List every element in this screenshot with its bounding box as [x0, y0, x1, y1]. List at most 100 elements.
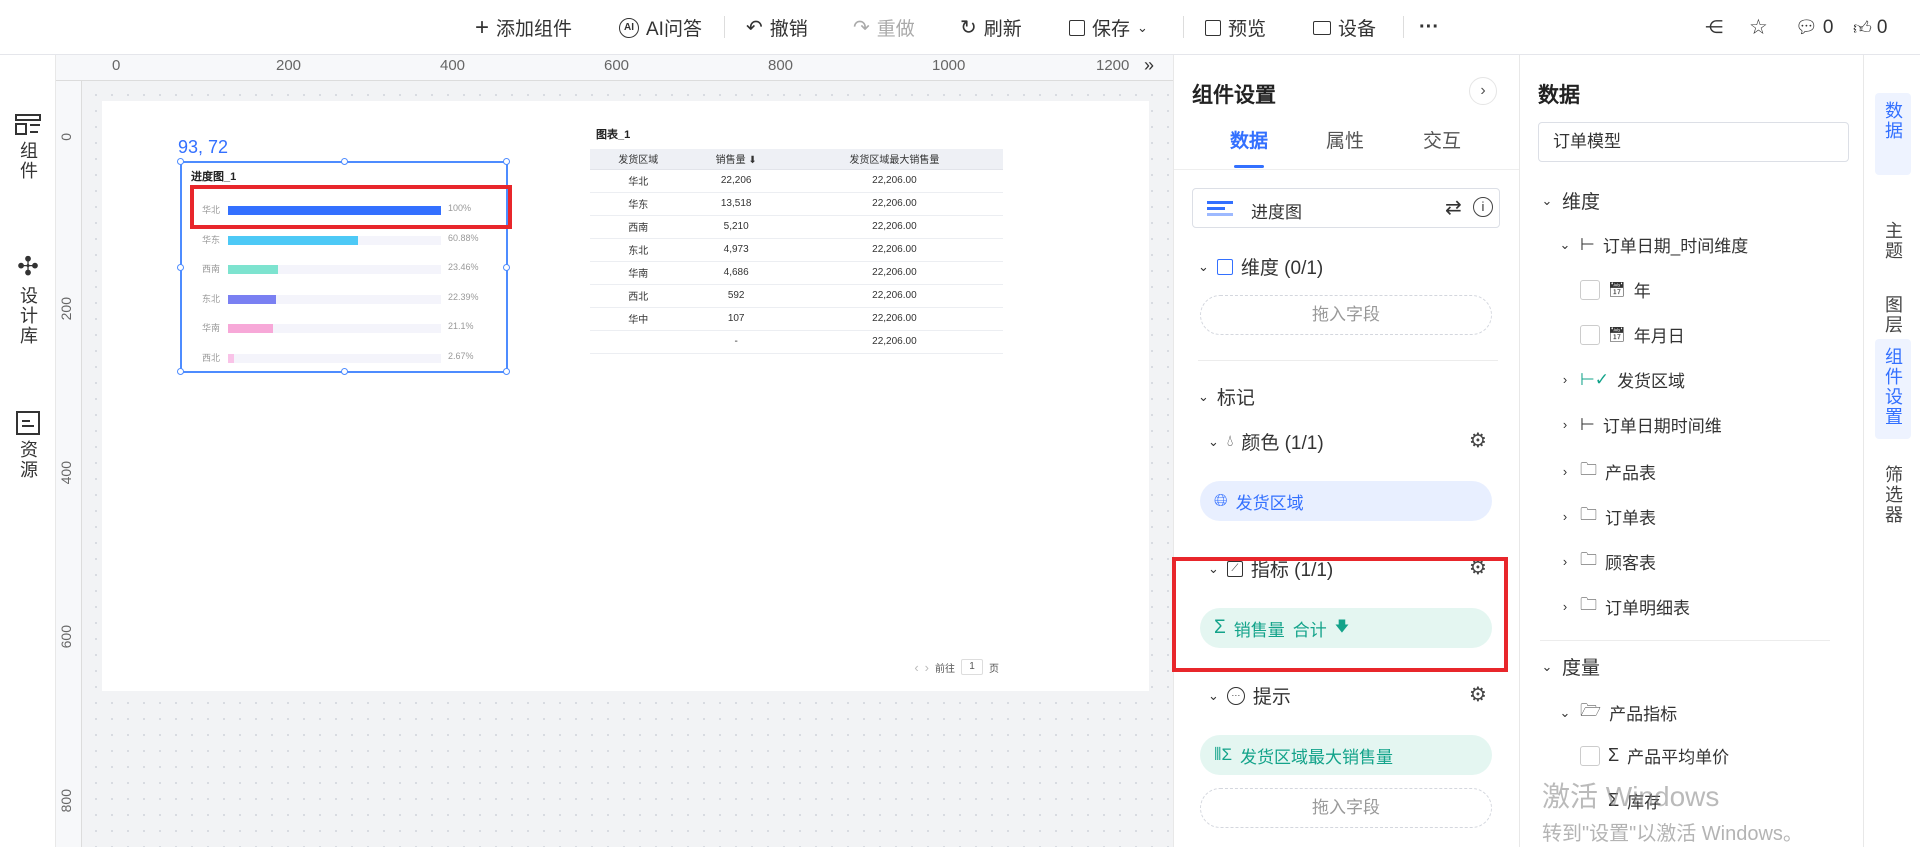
chevron-right-icon: › [1562, 464, 1568, 479]
progress-fill [228, 235, 358, 245]
switch-icon[interactable]: ⇄ [1445, 195, 1462, 220]
gear-icon[interactable]: ⚙ [1467, 684, 1489, 706]
device-button[interactable]: 设备 [1313, 0, 1376, 55]
rail-tab-filter[interactable]: 筛选器 [1875, 457, 1911, 557]
prev-page-icon[interactable]: ‹ [914, 660, 918, 675]
table-cell: 13,518 [686, 192, 786, 216]
ruler-label: 200 [58, 297, 74, 321]
page-suffix: 页 [989, 663, 999, 675]
chevron-down-icon: ⌄ [1198, 388, 1209, 404]
tab-interaction[interactable]: 交互 [1423, 126, 1461, 153]
hierarchy-icon: ⊢ [1580, 414, 1595, 434]
chevron-down-icon: ⌄ [1208, 433, 1219, 449]
rail-tab-component-settings[interactable]: 组件设置 [1875, 339, 1911, 439]
checkbox[interactable] [1580, 745, 1600, 766]
double-chevron-right-icon[interactable]: » [1144, 55, 1154, 76]
table-header-cell[interactable]: 发货区域 [590, 149, 687, 170]
tooltip-section[interactable]: ⌄ ··· 提示 [1208, 682, 1291, 709]
table-cell: 22,206.00 [785, 215, 1003, 239]
gear-icon[interactable]: ⚙ [1467, 430, 1489, 452]
left-rail: 组件 ✣ 设计库 资源 [0, 55, 56, 847]
refresh-button[interactable]: ↻ 刷新 [960, 0, 1022, 55]
next-page-icon[interactable]: › [925, 660, 929, 675]
tab-properties[interactable]: 属性 [1326, 126, 1364, 153]
mark-section[interactable]: ⌄ 标记 [1198, 383, 1255, 410]
tree-item-customer-table[interactable]: › 🗀 顾客表 [1558, 547, 1656, 576]
table-cell [590, 330, 687, 354]
table-widget[interactable]: 图表_1 发货区域 销售量 ⬇ 发货区域最大销售量 华北 22,206 22,206.0… [586, 119, 1005, 683]
checkbox[interactable] [1580, 324, 1600, 345]
collapse-panel-button[interactable]: › [1469, 77, 1497, 105]
tree-item-year[interactable]: 📅︎ 年 [1580, 277, 1651, 302]
design-library-tab[interactable]: ✣ 设计库 [0, 251, 56, 346]
tree-item-ship-region[interactable]: › ⊢✓ 发货区域 [1558, 367, 1685, 392]
tree-item-order-detail-table[interactable]: › 🗀 订单明细表 [1558, 592, 1690, 621]
comment-count: 0 [1822, 16, 1834, 38]
data-panel: 数据 订单模型 ⌄ 维度 ⌄ ⊢ 订单日期_时间维度 📅︎ 年 📅︎ 年月日 ›… [1519, 55, 1863, 847]
ai-qa-button[interactable]: AI AI问答 [619, 0, 702, 55]
preview-button[interactable]: 预览 [1205, 0, 1266, 55]
ruler-label: 1000 [932, 57, 966, 74]
tab-data[interactable]: 数据 [1230, 126, 1268, 153]
dimension-drop-zone[interactable]: 拖入字段 [1200, 295, 1492, 335]
ruler-label: 600 [604, 57, 630, 74]
canvas[interactable]: 0 200 400 600 800 1000 1200 » 0 200 400 … [56, 55, 1173, 847]
page-input[interactable]: 1 [961, 659, 983, 675]
dimension-section[interactable]: ⌄ 维度 (0/1) [1198, 253, 1323, 280]
tree-item-order-table[interactable]: › 🗀 订单表 [1558, 502, 1656, 531]
undo-button[interactable]: ↶ 撤销 [746, 0, 808, 55]
progress-chart-icon [1207, 201, 1233, 216]
table-row: 华北 22,206 22,206.00 [590, 169, 1003, 193]
progress-track [228, 353, 441, 363]
share-button[interactable]: ⋲ [1705, 0, 1723, 55]
more-button[interactable]: ··· [1419, 0, 1439, 55]
progress-fill [228, 265, 278, 274]
progress-percent: 21.1% [448, 321, 474, 331]
coordinate-readout: 93, 72 [178, 137, 229, 157]
resource-icon [16, 411, 40, 435]
tree-item-avg-price[interactable]: Σ 产品平均单价 [1580, 743, 1729, 768]
resources-tab[interactable]: 资源 [0, 410, 56, 480]
tree-item-product-indicators[interactable]: ⌄ 🗁 产品指标 [1558, 698, 1678, 727]
color-section[interactable]: ⌄ 💧︎ 颜色 (1/1) [1208, 428, 1324, 455]
like-button[interactable]: 👍︎ 0 [1853, 0, 1887, 55]
color-field-pill[interactable]: 🌐︎ 发货区域 [1200, 481, 1492, 521]
tooltip-field-pill[interactable]: ⦀Σ 发货区域最大销售量 [1200, 735, 1492, 775]
table-header-cell[interactable]: 销售量 ⬇ [686, 149, 786, 170]
checkbox[interactable] [1580, 279, 1600, 300]
monitor-icon [1313, 20, 1331, 35]
rail-tab-data[interactable]: 数据 [1875, 93, 1911, 175]
comment-button[interactable]: 💬︎ 0 [1795, 0, 1833, 55]
tree-item-order-date-time[interactable]: › ⊢ 订单日期时间维 [1558, 412, 1722, 437]
ruler-label: 800 [58, 789, 74, 813]
favorite-button[interactable]: ☆ [1749, 0, 1768, 55]
chevron-right-icon: › [1562, 417, 1568, 432]
share-icon: ⋲ [1705, 17, 1723, 37]
chart-type-select[interactable]: 进度图 ⇄ i [1192, 188, 1500, 228]
table-cell: 22,206 [686, 169, 786, 193]
info-icon[interactable]: i [1473, 197, 1493, 217]
components-icon [15, 114, 41, 135]
highlight-box [1172, 557, 1508, 672]
tree-item-ymd[interactable]: 📅︎ 年月日 [1580, 322, 1685, 347]
redo-button[interactable]: ↷ 重做 [853, 0, 915, 55]
data-table: 发货区域 销售量 ⬇ 发货区域最大销售量 华北 22,206 22,206.00 华东 13… [590, 149, 1003, 354]
tree-item-product-table[interactable]: › 🗀 产品表 [1558, 457, 1656, 486]
tree-group-dimension[interactable]: ⌄ 维度 [1540, 187, 1600, 214]
table-cell: 华北 [590, 169, 687, 193]
rail-tab-theme[interactable]: 主题 [1875, 213, 1911, 273]
tooltip-drop-zone[interactable]: 拖入字段 [1200, 788, 1492, 828]
rail-tab-layers[interactable]: 图层 [1875, 287, 1911, 347]
tree-group-measure[interactable]: ⌄ 度量 [1540, 653, 1600, 680]
components-tab[interactable]: 组件 [0, 113, 56, 181]
widget-title: 进度图_1 [191, 171, 237, 183]
save-button[interactable]: 保存 ⌄ [1069, 0, 1148, 55]
table-row: 西北 592 22,206.00 [590, 284, 1003, 308]
progress-track [228, 235, 441, 245]
model-select[interactable]: 订单模型 [1538, 122, 1849, 162]
table-row: 华东 13,518 22,206.00 [590, 192, 1003, 216]
table-header-cell[interactable]: 发货区域最大销售量 [785, 149, 1003, 170]
tree-item-order-date-dim[interactable]: ⌄ ⊢ 订单日期_时间维度 [1558, 232, 1749, 257]
table-row: 华南 4,686 22,206.00 [590, 261, 1003, 285]
add-component-button[interactable]: + 添加组件 [475, 0, 572, 55]
